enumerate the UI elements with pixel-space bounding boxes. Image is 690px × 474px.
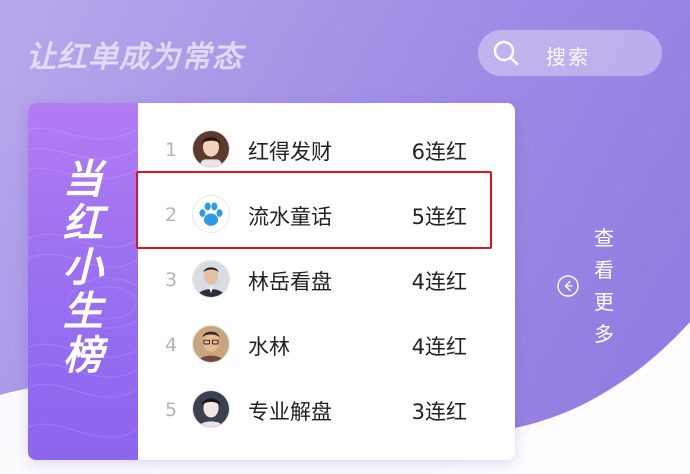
leaderboard-card: 当 红 小 生 榜 1 红得发财 6连红 2 流水童话 5连红 3 林岳看盘 4… [28,103,515,460]
title-char: 红 [63,201,103,247]
view-more-char: 多 [594,322,614,346]
user-photo-icon [193,131,229,167]
search-label: 搜索 [546,45,590,69]
leaderboard-list: 1 红得发财 6连红 2 流水童话 5连红 3 林岳看盘 4连红 4 水林 4连… [138,103,515,460]
view-more-button[interactable]: 查 看 更 多 [556,222,636,352]
user-name: 流水童话 [248,205,332,229]
user-name: 专业解盘 [248,400,332,424]
leaderboard-row[interactable]: 5 专业解盘 3连红 [138,377,515,443]
rank-number: 5 [164,399,178,421]
user-name: 林岳看盘 [248,270,332,294]
leaderboard-banner: 当 红 小 生 榜 [28,103,138,460]
title-char: 榜 [63,333,103,379]
paw-print-icon [193,196,229,232]
arrow-left-circle-icon [557,275,579,297]
user-name: 水林 [248,335,290,359]
title-char: 当 [63,157,103,203]
view-more-label: 查 看 更 多 [592,222,616,350]
title-char: 小 [63,245,103,291]
avatar[interactable] [192,130,230,168]
leaderboard-row[interactable]: 1 红得发财 6连红 [138,117,515,183]
user-photo-icon [193,391,229,427]
rank-number: 3 [164,269,178,291]
search-box[interactable]: 搜索 [478,30,662,76]
streak-count: 4连红 [411,335,467,359]
view-more-char: 看 [594,258,614,282]
leaderboard-row[interactable]: 4 水林 4连红 [138,312,515,378]
rank-number: 4 [164,334,178,356]
streak-count: 6连红 [411,140,467,164]
streak-count: 5连红 [411,205,467,229]
rank-number: 2 [164,204,178,226]
user-name: 红得发财 [248,140,332,164]
rank-number: 1 [164,139,178,161]
user-photo-icon [193,326,229,362]
streak-count: 3连红 [411,400,467,424]
avatar[interactable] [192,390,230,428]
avatar[interactable] [192,325,230,363]
avatar[interactable] [192,260,230,298]
leaderboard-title: 当 红 小 生 榜 [28,158,138,378]
search-icon [493,40,519,66]
leaderboard-row[interactable]: 2 流水童话 5连红 [138,182,515,248]
user-photo-icon [193,261,229,297]
title-char: 生 [63,289,103,335]
slogan-title: 让红单成为常态 [26,40,243,75]
avatar[interactable] [192,195,230,233]
streak-count: 4连红 [411,270,467,294]
view-more-char: 查 [594,226,614,250]
leaderboard-row[interactable]: 3 林岳看盘 4连红 [138,247,515,313]
view-more-char: 更 [594,290,614,314]
